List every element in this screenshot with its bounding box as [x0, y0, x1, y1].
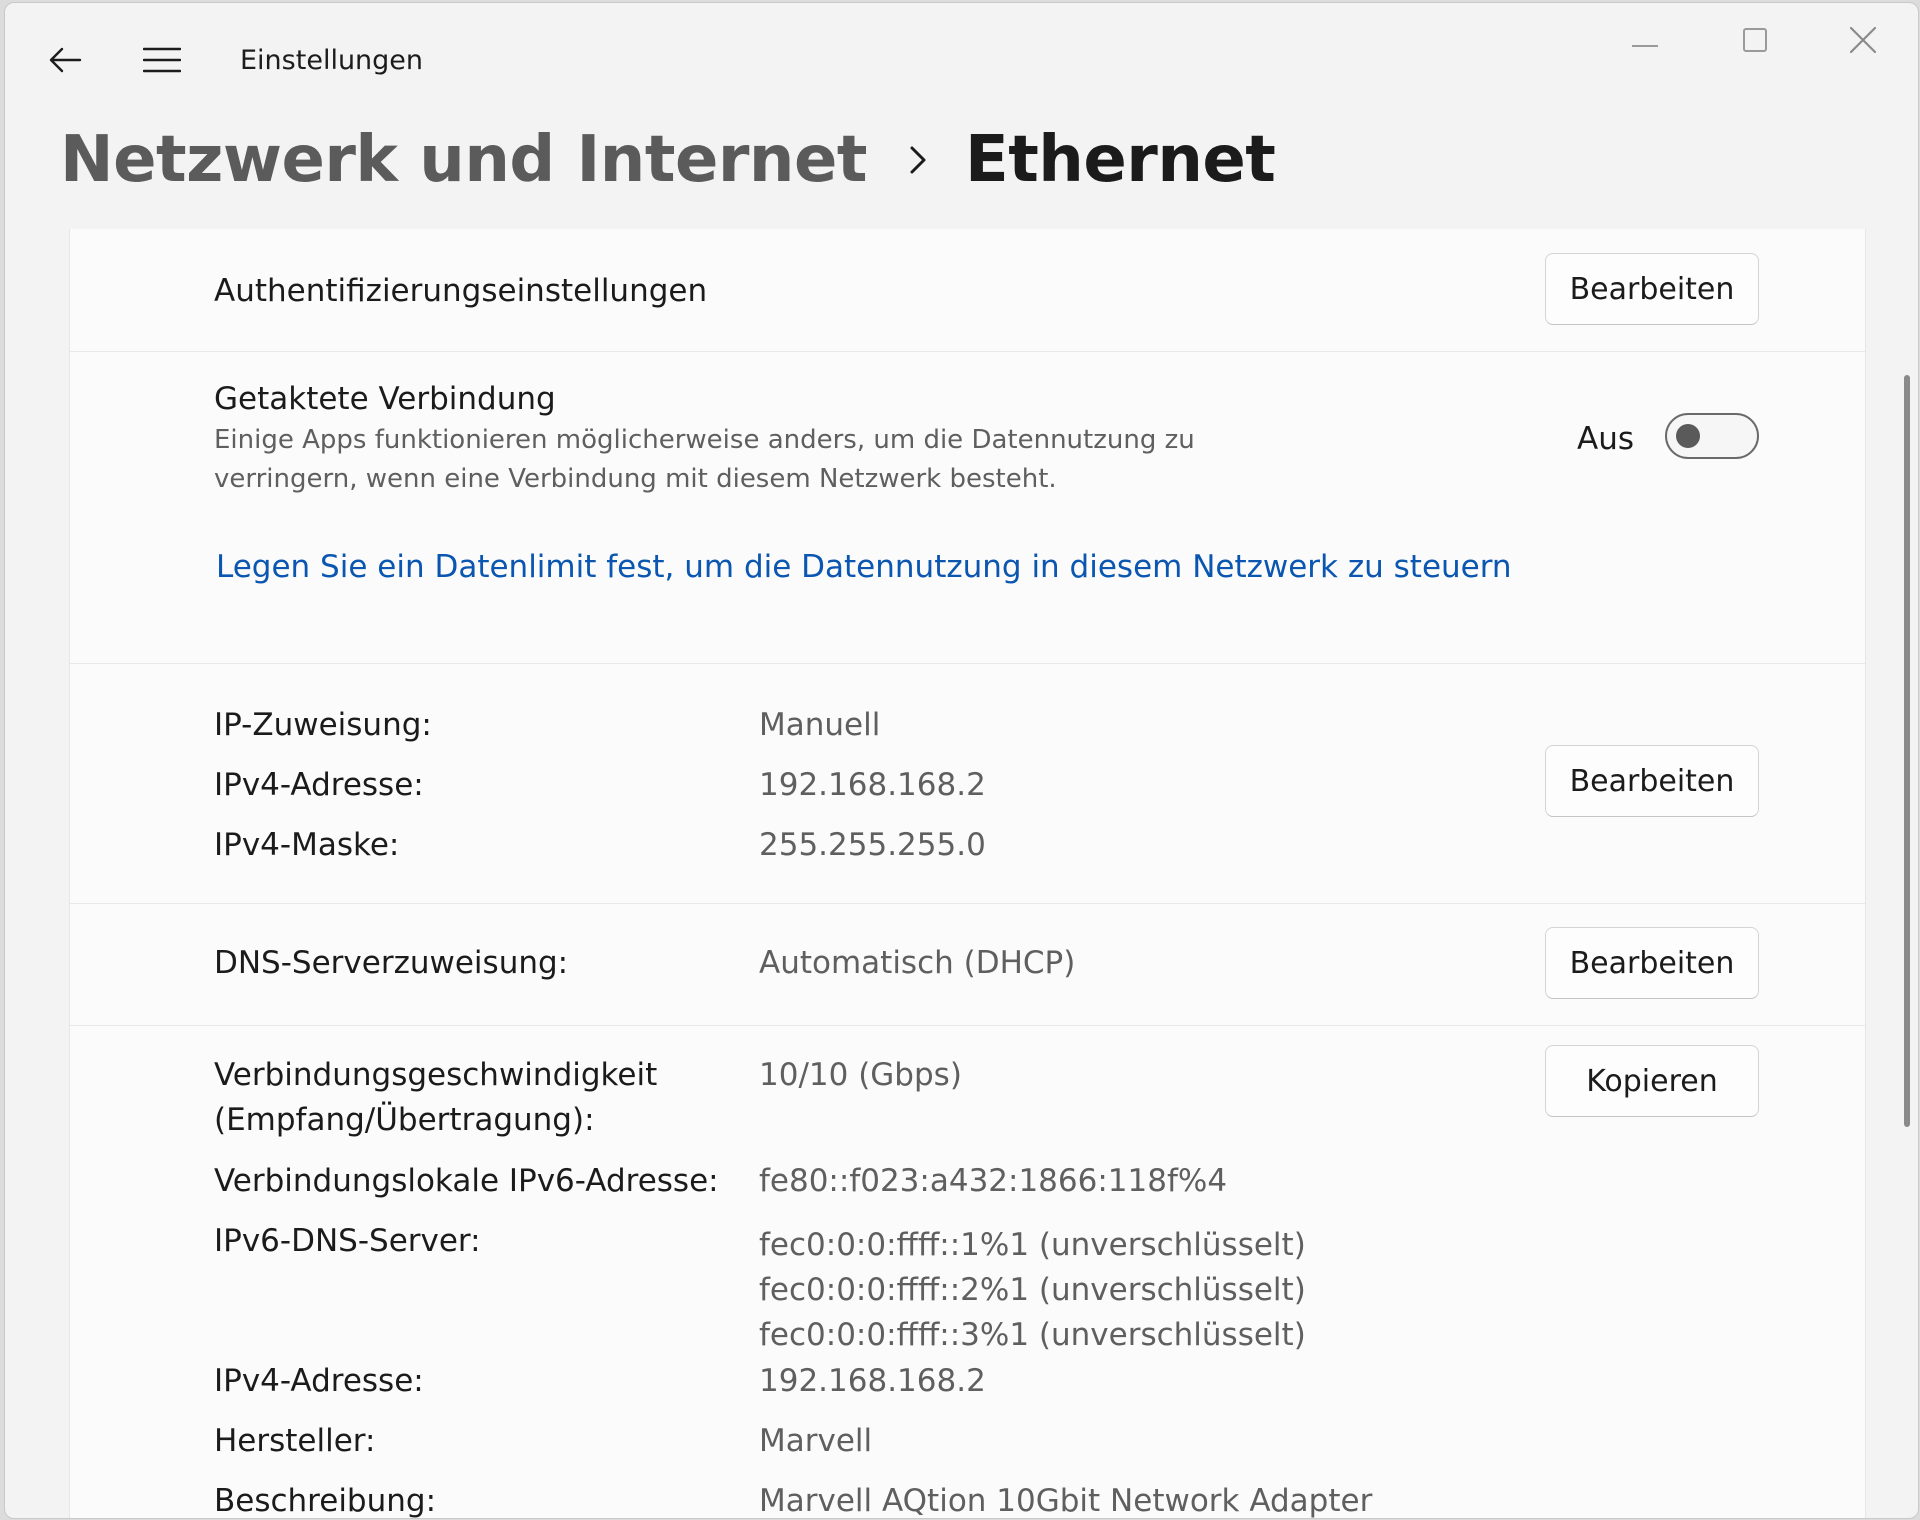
maximize-icon: [1742, 27, 1768, 57]
hamburger-menu-icon: [142, 47, 182, 77]
settings-window: Einstellungen Netzwerk und Internet Ethe…: [4, 2, 1919, 1519]
breadcrumb-parent[interactable]: Netzwerk und Internet: [60, 123, 867, 197]
back-button[interactable]: [35, 39, 95, 85]
minimize-button[interactable]: [1590, 3, 1700, 81]
description-label: Beschreibung:: [214, 1483, 437, 1519]
props-ipv4-address-value: 192.168.168.2: [759, 1363, 986, 1399]
link-speed-label-line-1: Verbindungsgeschwindigkeit: [214, 1057, 658, 1093]
dns-assignment-label: DNS-Serverzuweisung:: [214, 945, 569, 981]
copy-properties-button[interactable]: Kopieren: [1545, 1045, 1759, 1117]
metered-description-line-1: Einige Apps funktionieren möglicherweise…: [214, 425, 1195, 455]
ip-settings-section: IP-Zuweisung: Manuell IPv4-Adresse: 192.…: [70, 663, 1865, 904]
ipv4-mask-value: 255.255.255.0: [759, 827, 986, 863]
ip-assignment-label: IP-Zuweisung:: [214, 707, 432, 743]
metered-connection-description: Einige Apps funktionieren möglicherweise…: [214, 421, 1314, 499]
metered-connection-section: Getaktete Verbindung Einige Apps funktio…: [70, 351, 1865, 664]
ipv6-dns-server-1: fec0:0:0:ffff::1%1 (unverschlüsselt): [759, 1227, 1306, 1263]
close-icon: [1849, 26, 1877, 58]
ipv6-dns-server-3: fec0:0:0:ffff::3%1 (unverschlüsselt): [759, 1317, 1306, 1353]
page-title: Ethernet: [964, 123, 1276, 197]
link-local-ipv6-value: fe80::f023:a432:1866:118f%4: [759, 1163, 1228, 1199]
authentication-label: Authentifizierungseinstellungen: [214, 273, 708, 309]
ipv4-address-value: 192.168.168.2: [759, 767, 986, 803]
edit-authentication-button[interactable]: Bearbeiten: [1545, 253, 1759, 325]
set-data-limit-link[interactable]: Legen Sie ein Datenlimit fest, um die Da…: [216, 549, 1512, 585]
metered-connection-title: Getaktete Verbindung: [214, 381, 556, 417]
dns-settings-section: DNS-Serverzuweisung: Automatisch (DHCP) …: [70, 903, 1865, 1026]
navigation-menu-button[interactable]: [127, 39, 197, 85]
dns-assignment-value: Automatisch (DHCP): [759, 945, 1076, 981]
close-button[interactable]: [1808, 3, 1918, 81]
maximize-button[interactable]: [1700, 3, 1810, 81]
vertical-scrollbar[interactable]: [1904, 375, 1910, 1127]
link-speed-label: Verbindungsgeschwindigkeit (Empfang/Über…: [214, 1053, 657, 1143]
manufacturer-label: Hersteller:: [214, 1423, 376, 1459]
ip-assignment-value: Manuell: [759, 707, 881, 743]
back-arrow-icon: [48, 46, 82, 78]
title-bar: Einstellungen: [5, 3, 1918, 113]
authentication-section: Authentifizierungseinstellungen Bearbeit…: [70, 229, 1865, 352]
ipv6-dns-values: fec0:0:0:ffff::1%1 (unverschlüsselt) fec…: [759, 1223, 1306, 1358]
metered-toggle-state: Aus: [1576, 421, 1634, 457]
link-speed-value: 10/10 (Gbps): [759, 1057, 962, 1093]
metered-connection-toggle[interactable]: [1665, 413, 1759, 459]
ipv6-dns-server-2: fec0:0:0:ffff::2%1 (unverschlüsselt): [759, 1272, 1306, 1308]
toggle-knob: [1676, 424, 1700, 448]
link-local-ipv6-label: Verbindungslokale IPv6-Adresse:: [214, 1163, 719, 1199]
description-value: Marvell AQtion 10Gbit Network Adapter: [759, 1483, 1373, 1519]
settings-content: Authentifizierungseinstellungen Bearbeit…: [69, 229, 1866, 1519]
edit-dns-button[interactable]: Bearbeiten: [1545, 927, 1759, 999]
link-speed-label-line-2: (Empfang/Übertragung):: [214, 1102, 595, 1138]
app-title: Einstellungen: [240, 45, 424, 76]
props-ipv4-address-label: IPv4-Adresse:: [214, 1363, 424, 1399]
chevron-right-icon: [909, 145, 927, 175]
manufacturer-value: Marvell: [759, 1423, 873, 1459]
breadcrumb: Netzwerk und Internet Ethernet: [60, 115, 1276, 205]
minimize-icon: [1631, 33, 1659, 52]
edit-ip-button[interactable]: Bearbeiten: [1545, 745, 1759, 817]
metered-description-line-2: verringern, wenn eine Verbindung mit die…: [214, 464, 1057, 494]
ipv4-address-label: IPv4-Adresse:: [214, 767, 424, 803]
ipv4-mask-label: IPv4-Maske:: [214, 827, 400, 863]
ipv6-dns-label: IPv6-DNS-Server:: [214, 1223, 481, 1259]
connection-properties-section: Verbindungsgeschwindigkeit (Empfang/Über…: [70, 1025, 1865, 1519]
